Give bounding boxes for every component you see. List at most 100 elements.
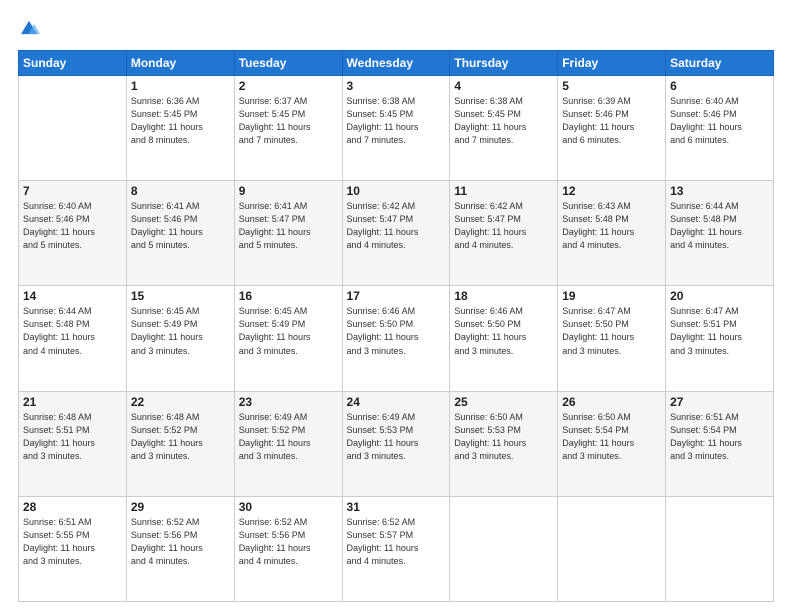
cell-info: Sunrise: 6:49 AM Sunset: 5:52 PM Dayligh… <box>239 411 338 463</box>
calendar-cell: 1 Sunrise: 6:36 AM Sunset: 5:45 PM Daylig… <box>126 76 234 181</box>
day-number: 29 <box>131 500 230 514</box>
cell-info: Sunrise: 6:36 AM Sunset: 5:45 PM Dayligh… <box>131 95 230 147</box>
day-number: 31 <box>347 500 446 514</box>
day-number: 21 <box>23 395 122 409</box>
calendar-cell: 6 Sunrise: 6:40 AM Sunset: 5:46 PM Daylig… <box>666 76 774 181</box>
calendar-cell <box>666 496 774 601</box>
cell-info: Sunrise: 6:41 AM Sunset: 5:47 PM Dayligh… <box>239 200 338 252</box>
calendar-row: 28 Sunrise: 6:51 AM Sunset: 5:55 PM Dayli… <box>19 496 774 601</box>
cell-info: Sunrise: 6:48 AM Sunset: 5:51 PM Dayligh… <box>23 411 122 463</box>
cell-info: Sunrise: 6:52 AM Sunset: 5:56 PM Dayligh… <box>131 516 230 568</box>
page: SundayMondayTuesdayWednesdayThursdayFrid… <box>0 0 792 612</box>
cell-info: Sunrise: 6:47 AM Sunset: 5:51 PM Dayligh… <box>670 305 769 357</box>
day-number: 28 <box>23 500 122 514</box>
calendar-row: 14 Sunrise: 6:44 AM Sunset: 5:48 PM Dayli… <box>19 286 774 391</box>
calendar-cell: 4Sunrise: 6:38 AM Sunset: 5:45 PM Daylig… <box>450 76 558 181</box>
calendar-cell: 24 Sunrise: 6:49 AM Sunset: 5:53 PM Dayli… <box>342 391 450 496</box>
day-number: 18 <box>454 289 553 303</box>
calendar-cell: 27 Sunrise: 6:51 AM Sunset: 5:54 PM Dayli… <box>666 391 774 496</box>
calendar-cell: 26 Sunrise: 6:50 AM Sunset: 5:54 PM Dayli… <box>558 391 666 496</box>
cell-info: Sunrise: 6:45 AM Sunset: 5:49 PM Dayligh… <box>131 305 230 357</box>
cell-info: Sunrise: 6:44 AM Sunset: 5:48 PM Dayligh… <box>670 200 769 252</box>
day-number: 3 <box>347 79 446 93</box>
calendar-cell: 30 Sunrise: 6:52 AM Sunset: 5:56 PM Dayli… <box>234 496 342 601</box>
calendar-cell: 19 Sunrise: 6:47 AM Sunset: 5:50 PM Dayli… <box>558 286 666 391</box>
day-number: 12 <box>562 184 661 198</box>
day-number: 1 <box>131 79 230 93</box>
calendar-cell: 28 Sunrise: 6:51 AM Sunset: 5:55 PM Dayli… <box>19 496 127 601</box>
header <box>18 18 774 40</box>
day-number: 9 <box>239 184 338 198</box>
calendar-cell: 7 Sunrise: 6:40 AM Sunset: 5:46 PM Daylig… <box>19 181 127 286</box>
day-number: 23 <box>239 395 338 409</box>
cell-info: Sunrise: 6:52 AM Sunset: 5:56 PM Dayligh… <box>239 516 338 568</box>
calendar-cell: 3 Sunrise: 6:38 AM Sunset: 5:45 PM Daylig… <box>342 76 450 181</box>
day-number: 26 <box>562 395 661 409</box>
weekday-header-row: SundayMondayTuesdayWednesdayThursdayFrid… <box>19 51 774 76</box>
calendar-cell: 15 Sunrise: 6:45 AM Sunset: 5:49 PM Dayli… <box>126 286 234 391</box>
calendar-cell: 23 Sunrise: 6:49 AM Sunset: 5:52 PM Dayli… <box>234 391 342 496</box>
day-number: 10 <box>347 184 446 198</box>
day-number: 25 <box>454 395 553 409</box>
calendar-cell: 8Sunrise: 6:41 AM Sunset: 5:46 PM Daylig… <box>126 181 234 286</box>
day-number: 24 <box>347 395 446 409</box>
day-number: 19 <box>562 289 661 303</box>
calendar-cell <box>19 76 127 181</box>
calendar-cell: 14 Sunrise: 6:44 AM Sunset: 5:48 PM Dayli… <box>19 286 127 391</box>
calendar-cell: 17Sunrise: 6:46 AM Sunset: 5:50 PM Dayli… <box>342 286 450 391</box>
calendar-cell: 13 Sunrise: 6:44 AM Sunset: 5:48 PM Dayli… <box>666 181 774 286</box>
day-number: 27 <box>670 395 769 409</box>
calendar-cell: 5Sunrise: 6:39 AM Sunset: 5:46 PM Daylig… <box>558 76 666 181</box>
cell-info: Sunrise: 6:40 AM Sunset: 5:46 PM Dayligh… <box>670 95 769 147</box>
cell-info: Sunrise: 6:39 AM Sunset: 5:46 PM Dayligh… <box>562 95 661 147</box>
day-number: 11 <box>454 184 553 198</box>
day-number: 15 <box>131 289 230 303</box>
cell-info: Sunrise: 6:50 AM Sunset: 5:53 PM Dayligh… <box>454 411 553 463</box>
calendar-cell: 21 Sunrise: 6:48 AM Sunset: 5:51 PM Dayli… <box>19 391 127 496</box>
cell-info: Sunrise: 6:51 AM Sunset: 5:55 PM Dayligh… <box>23 516 122 568</box>
calendar-table: SundayMondayTuesdayWednesdayThursdayFrid… <box>18 50 774 602</box>
calendar-cell: 25 Sunrise: 6:50 AM Sunset: 5:53 PM Dayli… <box>450 391 558 496</box>
calendar-row: 21 Sunrise: 6:48 AM Sunset: 5:51 PM Dayli… <box>19 391 774 496</box>
calendar-cell: 31 Sunrise: 6:52 AM Sunset: 5:57 PM Dayli… <box>342 496 450 601</box>
cell-info: Sunrise: 6:52 AM Sunset: 5:57 PM Dayligh… <box>347 516 446 568</box>
calendar-cell: 12 Sunrise: 6:43 AM Sunset: 5:48 PM Dayli… <box>558 181 666 286</box>
cell-info: Sunrise: 6:49 AM Sunset: 5:53 PM Dayligh… <box>347 411 446 463</box>
calendar-row: 1 Sunrise: 6:36 AM Sunset: 5:45 PM Daylig… <box>19 76 774 181</box>
calendar-cell: 10Sunrise: 6:42 AM Sunset: 5:47 PM Dayli… <box>342 181 450 286</box>
calendar-cell: 18Sunrise: 6:46 AM Sunset: 5:50 PM Dayli… <box>450 286 558 391</box>
day-number: 7 <box>23 184 122 198</box>
cell-info: Sunrise: 6:43 AM Sunset: 5:48 PM Dayligh… <box>562 200 661 252</box>
logo <box>18 18 44 40</box>
cell-info: Sunrise: 6:50 AM Sunset: 5:54 PM Dayligh… <box>562 411 661 463</box>
calendar-cell <box>558 496 666 601</box>
calendar-cell: 29 Sunrise: 6:52 AM Sunset: 5:56 PM Dayli… <box>126 496 234 601</box>
calendar-cell: 20 Sunrise: 6:47 AM Sunset: 5:51 PM Dayli… <box>666 286 774 391</box>
weekday-header-wednesday: Wednesday <box>342 51 450 76</box>
cell-info: Sunrise: 6:40 AM Sunset: 5:46 PM Dayligh… <box>23 200 122 252</box>
calendar-row: 7 Sunrise: 6:40 AM Sunset: 5:46 PM Daylig… <box>19 181 774 286</box>
cell-info: Sunrise: 6:47 AM Sunset: 5:50 PM Dayligh… <box>562 305 661 357</box>
day-number: 14 <box>23 289 122 303</box>
calendar-cell: 16Sunrise: 6:45 AM Sunset: 5:49 PM Dayli… <box>234 286 342 391</box>
cell-info: Sunrise: 6:44 AM Sunset: 5:48 PM Dayligh… <box>23 305 122 357</box>
logo-icon <box>18 18 40 40</box>
cell-info: Sunrise: 6:41 AM Sunset: 5:46 PM Dayligh… <box>131 200 230 252</box>
cell-info: Sunrise: 6:38 AM Sunset: 5:45 PM Dayligh… <box>347 95 446 147</box>
day-number: 13 <box>670 184 769 198</box>
calendar-cell: 9 Sunrise: 6:41 AM Sunset: 5:47 PM Daylig… <box>234 181 342 286</box>
day-number: 30 <box>239 500 338 514</box>
weekday-header-saturday: Saturday <box>666 51 774 76</box>
cell-info: Sunrise: 6:48 AM Sunset: 5:52 PM Dayligh… <box>131 411 230 463</box>
day-number: 4 <box>454 79 553 93</box>
cell-info: Sunrise: 6:51 AM Sunset: 5:54 PM Dayligh… <box>670 411 769 463</box>
day-number: 17 <box>347 289 446 303</box>
day-number: 22 <box>131 395 230 409</box>
day-number: 2 <box>239 79 338 93</box>
weekday-header-monday: Monday <box>126 51 234 76</box>
day-number: 20 <box>670 289 769 303</box>
day-number: 6 <box>670 79 769 93</box>
cell-info: Sunrise: 6:37 AM Sunset: 5:45 PM Dayligh… <box>239 95 338 147</box>
weekday-header-sunday: Sunday <box>19 51 127 76</box>
calendar-cell: 2 Sunrise: 6:37 AM Sunset: 5:45 PM Daylig… <box>234 76 342 181</box>
